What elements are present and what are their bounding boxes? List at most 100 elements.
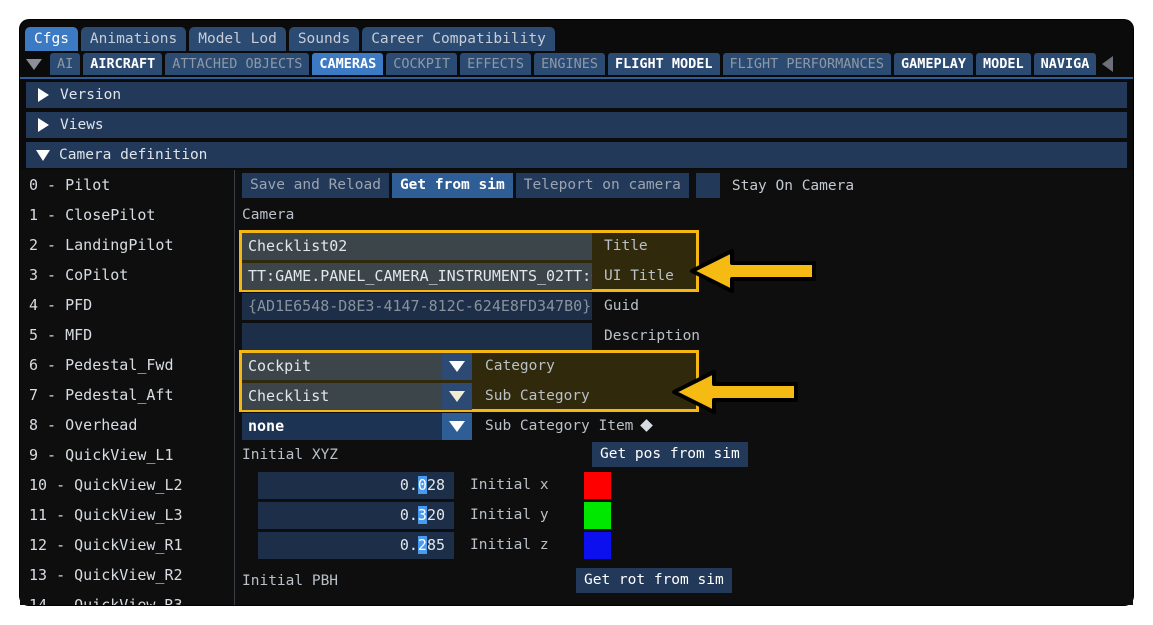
initial-x-prefix: 0. — [400, 476, 418, 494]
camera-list[interactable]: 0 - Pilot 1 - ClosePilot 2 - LandingPilo… — [26, 170, 232, 605]
sub-tab-engines[interactable]: ENGINES — [534, 53, 605, 75]
list-item[interactable]: 1 - ClosePilot — [26, 200, 232, 230]
guid-field[interactable]: {AD1E6548-D8E3-4147-812C-624E8FD347B0} — [242, 293, 592, 320]
initial-y-label: Initial y — [470, 502, 549, 529]
main-tab-bar: Cfgs Animations Model Lod Sounds Career … — [20, 25, 555, 51]
initial-x-suffix: 28 — [427, 476, 445, 494]
get-pos-from-sim-label: Get pos from sim — [600, 446, 740, 462]
title-label: Title — [604, 233, 648, 260]
initial-z-prefix: 0. — [400, 536, 418, 554]
accordion-camera-definition[interactable]: Camera definition — [26, 142, 1127, 168]
pane-divider — [234, 170, 235, 605]
get-rot-from-sim-button[interactable]: Get rot from sim — [576, 568, 732, 593]
list-item[interactable]: 6 - Pedestal_Fwd — [26, 350, 232, 380]
list-item[interactable]: 3 - CoPilot — [26, 260, 232, 290]
chevron-left-icon[interactable] — [1102, 56, 1113, 72]
tab-career-compatibility[interactable]: Career Compatibility — [362, 27, 555, 51]
annotation-arrow-sub-category — [670, 366, 800, 418]
stay-on-camera-label: Stay On Camera — [732, 178, 854, 194]
list-item[interactable]: 8 - Overhead — [26, 410, 232, 440]
sub-category-label: Sub Category — [485, 383, 590, 410]
ui-title-field[interactable]: TT:GAME.PANEL_CAMERA_INSTRUMENTS_02TT:GA — [242, 263, 592, 290]
accordion-views-label: Views — [60, 117, 104, 133]
tab-animations[interactable]: Animations — [81, 27, 186, 51]
initial-y-field[interactable]: 0.320 — [258, 502, 454, 529]
initial-x-field[interactable]: 0.028 — [258, 472, 454, 499]
accordion-version[interactable]: Version — [26, 82, 1127, 108]
list-item[interactable]: 0 - Pilot — [26, 170, 232, 200]
tab-sounds[interactable]: Sounds — [289, 27, 359, 51]
category-label: Category — [485, 353, 555, 380]
initial-z-suffix: 85 — [427, 536, 445, 554]
guid-label: Guid — [604, 293, 639, 320]
category-chevron-down-icon[interactable] — [442, 353, 472, 380]
initial-z-field[interactable]: 0.285 — [258, 532, 454, 559]
sub-tab-model[interactable]: MODEL — [976, 53, 1031, 75]
initial-z-label: Initial z — [470, 532, 549, 559]
initial-x-label: Initial x — [470, 472, 549, 499]
category-field[interactable]: Cockpit — [242, 353, 442, 380]
description-label: Description — [604, 323, 700, 350]
sub-tab-aircraft[interactable]: AIRCRAFT — [83, 53, 162, 75]
initial-x-selected-digit: 0 — [418, 476, 427, 494]
diamond-icon — [641, 419, 654, 432]
sub-tab-ai[interactable]: AI — [50, 53, 80, 75]
list-item[interactable]: 12 - QuickView_R1 — [26, 530, 232, 560]
annotation-arrow-ui-title — [688, 245, 818, 297]
sub-tab-cameras[interactable]: CAMERAS — [312, 53, 383, 75]
sub-category-item-label-text: Sub Category Item — [485, 418, 633, 434]
sub-tab-cockpit[interactable]: COCKPIT — [386, 53, 457, 75]
tab-cfgs[interactable]: Cfgs — [25, 27, 78, 51]
ui-title-label: UI Title — [604, 263, 674, 290]
initial-y-color-swatch[interactable] — [584, 502, 611, 529]
get-from-sim-button[interactable]: Get from sim — [392, 173, 513, 198]
tab-model-lod[interactable]: Model Lod — [189, 27, 286, 51]
stay-on-camera-checkbox[interactable] — [696, 173, 720, 198]
screen-root: Cfgs Animations Model Lod Sounds Career … — [0, 0, 1153, 625]
triangle-down-icon — [36, 150, 50, 161]
list-item[interactable]: 4 - PFD — [26, 290, 232, 320]
list-item[interactable]: 14 - QuickView_R3 — [26, 590, 232, 605]
sub-tab-effects[interactable]: EFFECTS — [460, 53, 531, 75]
sub-category-item-chevron-down-icon[interactable] — [442, 413, 472, 440]
camera-group-label: Camera — [242, 207, 294, 223]
sub-tab-flight-model[interactable]: FLIGHT MODEL — [608, 53, 720, 75]
camera-definition-body: 0 - Pilot 1 - ClosePilot 2 - LandingPilo… — [20, 170, 1133, 605]
sub-tab-attached-objects[interactable]: ATTACHED OBJECTS — [165, 53, 309, 75]
initial-pbh-label: Initial PBH — [242, 573, 338, 589]
list-item[interactable]: 13 - QuickView_R2 — [26, 560, 232, 590]
sub-category-item-field[interactable]: none — [242, 413, 442, 440]
get-pos-from-sim-button[interactable]: Get pos from sim — [592, 442, 748, 467]
list-item[interactable]: 11 - QuickView_L3 — [26, 500, 232, 530]
get-rot-from-sim-label: Get rot from sim — [584, 572, 724, 588]
title-field[interactable]: Checklist02 — [242, 233, 592, 260]
teleport-on-camera-button[interactable]: Teleport on camera — [516, 173, 689, 198]
list-item[interactable]: 10 - QuickView_L2 — [26, 470, 232, 500]
config-editor-window: Cfgs Animations Model Lod Sounds Career … — [20, 20, 1133, 605]
sub-tab-gameplay[interactable]: GAMEPLAY — [894, 53, 973, 75]
initial-y-suffix: 20 — [427, 506, 445, 524]
list-item[interactable]: 2 - LandingPilot — [26, 230, 232, 260]
description-field[interactable] — [242, 323, 592, 350]
list-item[interactable]: 5 - MFD — [26, 320, 232, 350]
chevron-down-icon[interactable] — [26, 59, 42, 70]
list-item[interactable]: 7 - Pedestal_Aft — [26, 380, 232, 410]
accordion-views[interactable]: Views — [26, 112, 1127, 138]
triangle-right-icon — [38, 118, 49, 132]
initial-x-color-swatch[interactable] — [584, 472, 611, 499]
sub-tab-flight-performances[interactable]: FLIGHT PERFORMANCES — [723, 53, 891, 75]
initial-xyz-label: Initial XYZ — [242, 447, 338, 463]
initial-y-selected-digit: 3 — [418, 506, 427, 524]
camera-toolbar: Save and Reload Get from sim Teleport on… — [242, 173, 854, 198]
accordion-version-label: Version — [60, 87, 121, 103]
sub-category-field[interactable]: Checklist — [242, 383, 442, 410]
initial-z-color-swatch[interactable] — [584, 532, 611, 559]
list-item[interactable]: 9 - QuickView_L1 — [26, 440, 232, 470]
sub-tab-bar: AI AIRCRAFT ATTACHED OBJECTS CAMERAS COC… — [20, 51, 1133, 79]
sub-category-chevron-down-icon[interactable] — [442, 383, 472, 410]
sub-tab-navigation[interactable]: NAVIGA — [1034, 53, 1097, 75]
accordion-camera-definition-label: Camera definition — [59, 147, 207, 163]
initial-z-selected-digit: 2 — [418, 536, 427, 554]
save-and-reload-button[interactable]: Save and Reload — [242, 173, 389, 198]
triangle-right-icon — [38, 88, 49, 102]
